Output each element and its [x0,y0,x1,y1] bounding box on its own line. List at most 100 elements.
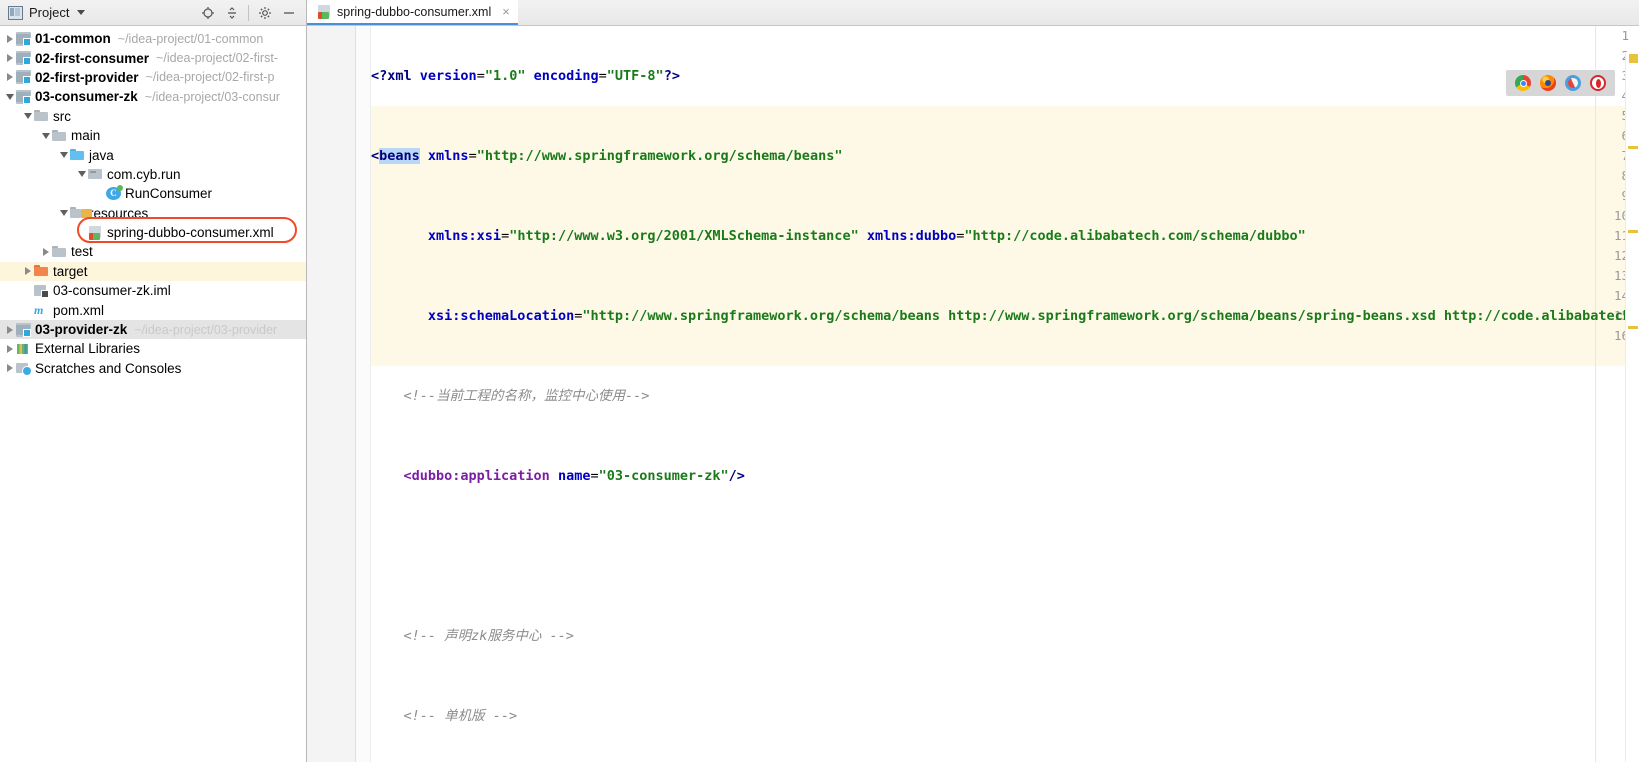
code-line-8: <!-- 声明zk服务中心 --> [371,626,1639,646]
package-icon [88,167,103,181]
tree-item-label: 03-provider-zk [35,322,128,338]
locate-icon[interactable] [197,3,219,23]
chevron-right-icon[interactable] [4,363,15,374]
chrome-icon[interactable] [1515,75,1531,91]
chevron-down-icon[interactable] [22,111,33,122]
tok-attr-name: name [557,468,591,484]
code-line-5: <!--当前工程的名称，监控中心使用--> [371,386,1639,406]
tree-item-03-provider-zk[interactable]: 03-provider-zk ~/idea-project/03-provider [0,319,306,340]
tree-item-02-first-consumer[interactable]: 02-first-consumer ~/idea-project/02-first… [0,48,306,67]
chevron-right-icon[interactable] [4,72,15,83]
chevron-right-icon[interactable] [4,343,15,354]
module-icon [16,70,31,85]
opera-icon[interactable] [1590,75,1606,91]
tree-item-label: 03-consumer-zk [35,89,138,105]
chevron-right-icon[interactable] [22,266,33,277]
tok-pi-close: ?> [663,68,680,84]
tree-item-label: 02-first-consumer [35,50,150,66]
browser-launch-strip [1506,70,1615,96]
project-panel-title[interactable]: Project [4,5,86,20]
tree-item-test[interactable]: test [0,242,306,261]
iml-icon [34,284,49,298]
tok-val-schemalocation: "http://www.springframework.org/schema/b… [582,308,1639,324]
chevron-right-icon[interactable] [4,53,15,64]
tree-item-src[interactable]: src [0,107,306,126]
tree-item-scratches-and-consoles[interactable]: Scratches and Consoles [0,359,306,378]
tok-pi-open: <?xml [371,68,412,84]
fold-gutter[interactable] [356,26,371,762]
toolbar-divider [248,4,249,21]
chevron-right-icon[interactable] [40,246,51,257]
maven-icon: m [34,303,44,318]
tok-attr-xmlns-xsi: xmlns:xsi [427,228,502,244]
tree-item-label: src [53,108,71,124]
tree-item-target[interactable]: target [0,261,306,282]
chevron-down-icon[interactable] [58,208,69,219]
close-icon[interactable]: × [502,4,510,19]
tree-item-path: ~/idea-project/03-provider [134,322,278,337]
tok-attr-encoding: encoding [533,68,599,84]
tree-item-path: ~/idea-project/02-first-p [145,70,275,85]
tree-item-path: ~/idea-project/02-first- [156,51,278,66]
chevron-down-icon[interactable] [76,169,87,180]
chevron-right-icon[interactable] [4,324,15,335]
tok-val-name: "03-consumer-zk" [598,468,729,484]
inspection-status-marker[interactable] [1629,54,1638,63]
tree-item-label: pom.xml [53,302,105,318]
tree-item-resources[interactable]: resources [0,204,306,223]
project-icon [8,5,23,20]
tree-item-02-first-provider[interactable]: 02-first-provider ~/idea-project/02-first… [0,68,306,87]
tok-attr-xmlns-dubbo: xmlns:dubbo [866,228,957,244]
chevron-down-icon[interactable] [77,10,86,15]
warning-marker-gutter[interactable] [1625,52,1639,762]
chevron-down-icon[interactable] [40,130,51,141]
tab-spring-dubbo-consumer-xml[interactable]: spring-dubbo-consumer.xml × [307,0,518,25]
tree-item-path: ~/idea-project/01-common [117,31,264,46]
tree-item-main[interactable]: main [0,126,306,145]
tree-item-03-consumer-zk[interactable]: 03-consumer-zk ~/idea-project/03-consur [0,87,306,106]
tree-item-spring-dubbo-consumer-xml[interactable]: spring-dubbo-consumer.xml [0,223,306,242]
tree-item-label: RunConsumer [125,186,213,202]
editor-area: spring-dubbo-consumer.xml × 123456789101… [307,0,1639,762]
minimize-icon[interactable] [278,3,300,23]
tree-item-runconsumer[interactable]: C RunConsumer [0,184,306,203]
tab-label: spring-dubbo-consumer.xml [337,4,492,19]
warning-marker[interactable] [1628,230,1638,233]
warning-marker[interactable] [1628,326,1638,329]
safari-icon[interactable] [1565,75,1581,91]
module-icon [16,51,31,66]
folder-icon [52,245,67,259]
chevron-down-icon[interactable] [58,150,69,161]
tree-item-03-consumer-zk-iml[interactable]: 03-consumer-zk.iml [0,281,306,300]
code-editor[interactable]: 12345678910111213141516 <?xml version="1… [307,26,1639,762]
folder-icon [34,109,49,123]
line-number-gutter [307,26,356,762]
tree-item-external-libraries[interactable]: External Libraries [0,339,306,358]
chevron-down-icon[interactable] [4,91,15,102]
tree-item-com-cyb-run[interactable]: com.cyb.run [0,165,306,184]
warning-marker[interactable] [1628,146,1638,149]
tok-comment-9: <!-- 单机版 --> [403,708,518,724]
spring-xml-icon [88,225,103,240]
settings-icon[interactable] [254,3,276,23]
tree-item-pom-xml[interactable]: m pom.xml [0,300,306,319]
code-content[interactable]: <?xml version="1.0" encoding="UTF-8"?> <… [371,26,1639,762]
tree-item-label: 03-consumer-zk.iml [53,283,171,299]
project-tree[interactable]: 01-common ~/idea-project/01-common 02-firs… [0,26,306,378]
collapse-all-icon[interactable] [221,3,243,23]
tree-item-path: ~/idea-project/03-consur [144,89,280,104]
folder-icon [52,129,67,143]
chevron-right-icon[interactable] [4,33,15,44]
tree-item-01-common[interactable]: 01-common ~/idea-project/01-common [0,29,306,48]
tok-val-xmlns-xsi: "http://www.w3.org/2001/XMLSchema-instan… [509,228,859,244]
tree-item-java[interactable]: java [0,145,306,164]
java-class-icon: C [106,185,123,201]
tok-beans-tagname: beans [379,148,420,164]
spring-xml-icon [317,4,331,19]
tok-attr-version: version [419,68,477,84]
firefox-icon[interactable] [1540,75,1556,91]
